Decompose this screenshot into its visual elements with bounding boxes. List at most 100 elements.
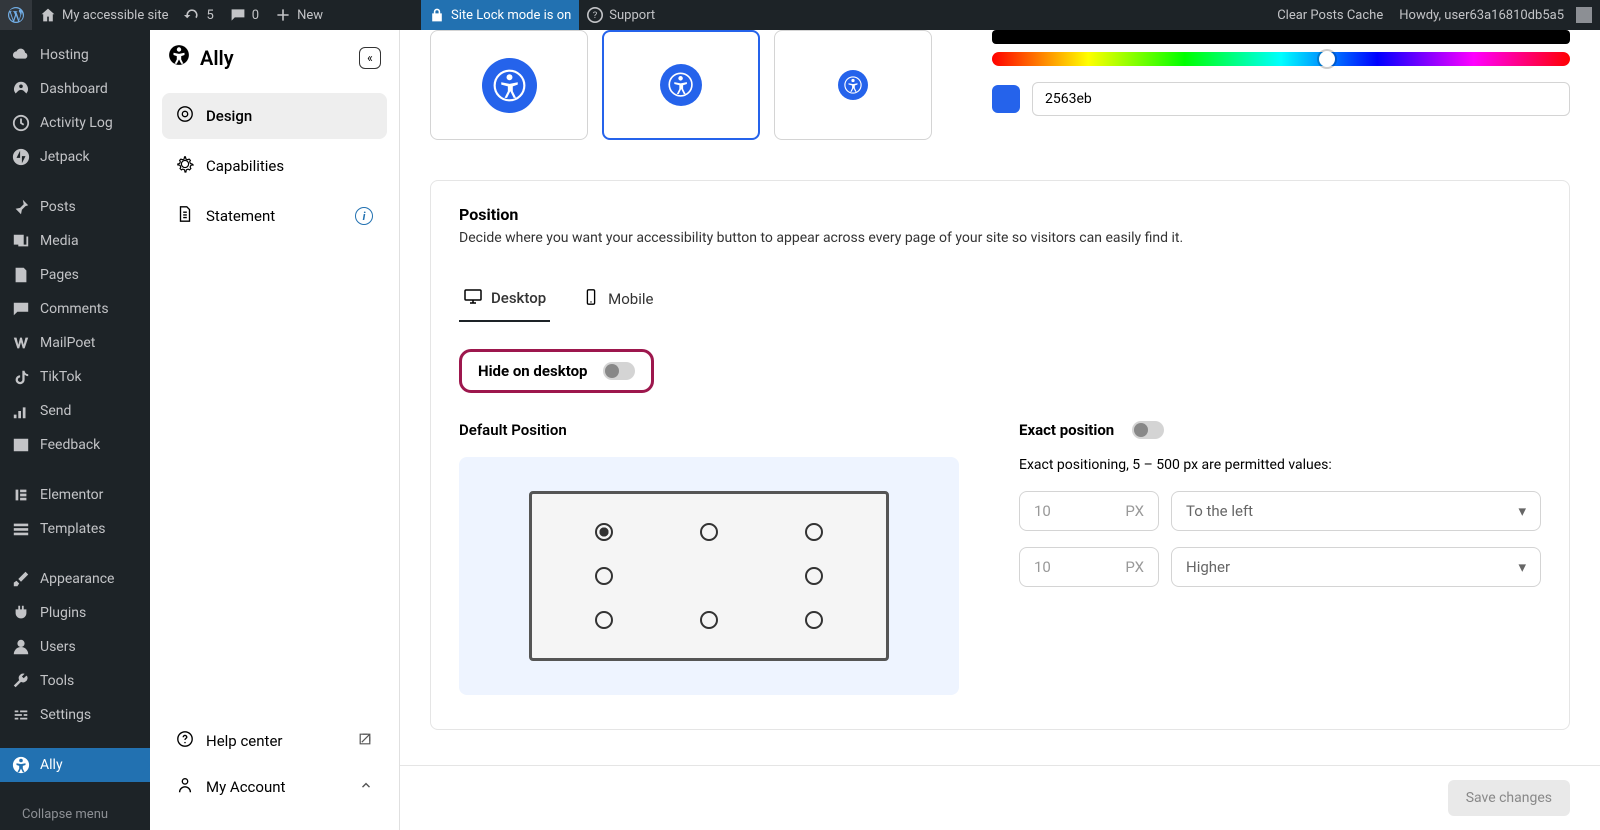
elementor-icon bbox=[12, 486, 30, 504]
icon-card-large[interactable] bbox=[430, 30, 588, 140]
ally-logo-icon bbox=[168, 44, 190, 71]
menu-media[interactable]: Media bbox=[0, 224, 150, 258]
user-icon bbox=[12, 638, 30, 656]
comments-icon bbox=[12, 300, 30, 318]
ally-nav-design[interactable]: Design bbox=[162, 93, 387, 139]
ally-nav-capabilities[interactable]: Capabilities bbox=[162, 143, 387, 189]
menu-templates[interactable]: Templates bbox=[0, 512, 150, 546]
pos-mid-right[interactable] bbox=[805, 567, 823, 585]
hide-on-desktop-row: Hide on desktop bbox=[459, 349, 654, 393]
plus-icon bbox=[275, 7, 291, 23]
content-area: Position Decide where you want your acce… bbox=[400, 30, 1600, 830]
comments-link[interactable]: 0 bbox=[222, 0, 267, 30]
pos-bottom-center[interactable] bbox=[700, 611, 718, 629]
hue-thumb[interactable] bbox=[1319, 51, 1335, 67]
save-button[interactable]: Save changes bbox=[1448, 780, 1570, 816]
menu-comments[interactable]: Comments bbox=[0, 292, 150, 326]
hide-toggle[interactable] bbox=[603, 362, 635, 380]
tab-mobile[interactable]: Mobile bbox=[578, 276, 657, 322]
menu-activity[interactable]: Activity Log bbox=[0, 106, 150, 140]
blank-item[interactable] bbox=[331, 0, 421, 30]
clear-cache[interactable]: Clear Posts Cache bbox=[1269, 0, 1391, 30]
lock-label: Site Lock mode is on bbox=[451, 8, 571, 23]
home-icon bbox=[40, 7, 56, 23]
wrench-icon bbox=[12, 672, 30, 690]
icon-card-medium[interactable] bbox=[602, 30, 760, 140]
info-icon[interactable]: i bbox=[355, 207, 373, 225]
menu-appearance[interactable]: Appearance bbox=[0, 562, 150, 596]
menu-hosting[interactable]: Hosting bbox=[0, 38, 150, 72]
tab-desktop[interactable]: Desktop bbox=[459, 276, 550, 322]
menu-posts[interactable]: Posts bbox=[0, 190, 150, 224]
vertical-direction-select[interactable]: Higher▾ bbox=[1171, 547, 1541, 587]
color-hex-input[interactable] bbox=[1032, 82, 1570, 116]
pos-top-center[interactable] bbox=[700, 523, 718, 541]
menu-jetpack[interactable]: Jetpack bbox=[0, 140, 150, 174]
site-name-link[interactable]: My accessible site bbox=[32, 0, 176, 30]
pin-icon bbox=[12, 198, 30, 216]
color-picker bbox=[992, 30, 1570, 140]
position-preview bbox=[459, 457, 959, 695]
howdy[interactable]: Howdy, user63a16810db5a5 bbox=[1391, 0, 1600, 30]
mailpoet-icon bbox=[12, 334, 30, 352]
horizontal-direction-select[interactable]: To the left▾ bbox=[1171, 491, 1541, 531]
menu-send[interactable]: Send bbox=[0, 394, 150, 428]
menu-feedback[interactable]: Feedback bbox=[0, 428, 150, 462]
pos-top-left[interactable] bbox=[595, 523, 613, 541]
send-icon bbox=[12, 402, 30, 420]
updates-link[interactable]: 5 bbox=[176, 0, 221, 30]
feedback-icon bbox=[12, 436, 30, 454]
menu-settings[interactable]: Settings bbox=[0, 698, 150, 732]
default-position-title: Default Position bbox=[459, 421, 959, 439]
pos-mid-left[interactable] bbox=[595, 567, 613, 585]
menu-users[interactable]: Users bbox=[0, 630, 150, 664]
exact-toggle[interactable] bbox=[1132, 421, 1164, 439]
menu-ally[interactable]: Ally bbox=[0, 748, 150, 782]
menu-tools[interactable]: Tools bbox=[0, 664, 150, 698]
pos-bottom-left[interactable] bbox=[595, 611, 613, 629]
chevron-left-icon: « bbox=[367, 51, 373, 65]
pos-bottom-right[interactable] bbox=[805, 611, 823, 629]
howdy-label: Howdy, user63a16810db5a5 bbox=[1399, 8, 1564, 23]
pos-center-empty bbox=[700, 567, 718, 585]
svg-text:?: ? bbox=[593, 10, 598, 21]
support-label: Support bbox=[609, 8, 655, 23]
my-account-link[interactable]: My Account bbox=[162, 764, 387, 810]
wp-logo[interactable] bbox=[0, 0, 32, 30]
ally-collapse-button[interactable]: « bbox=[359, 47, 381, 69]
collapse-menu[interactable]: Collapse menu bbox=[0, 799, 150, 830]
pos-top-right[interactable] bbox=[805, 523, 823, 541]
ally-nav-statement[interactable]: Statementi bbox=[162, 193, 387, 239]
ally-title: Ally bbox=[168, 44, 234, 71]
sliders-icon bbox=[12, 706, 30, 724]
ally-sidebar: Ally « Design Capabilities Statementi He… bbox=[150, 30, 400, 830]
color-preview bbox=[992, 30, 1570, 44]
help-center-link[interactable]: Help center bbox=[162, 718, 387, 764]
external-icon bbox=[357, 731, 373, 751]
update-icon bbox=[184, 7, 200, 23]
chevron-down-icon: ▾ bbox=[1518, 558, 1526, 576]
menu-tiktok[interactable]: TikTok bbox=[0, 360, 150, 394]
menu-plugins[interactable]: Plugins bbox=[0, 596, 150, 630]
clear-cache-label: Clear Posts Cache bbox=[1277, 8, 1383, 23]
vertical-px-input[interactable]: 10PX bbox=[1019, 547, 1159, 587]
menu-dashboard[interactable]: Dashboard bbox=[0, 72, 150, 106]
tiktok-icon bbox=[12, 368, 30, 386]
menu-elementor[interactable]: Elementor bbox=[0, 478, 150, 512]
hue-slider[interactable] bbox=[992, 52, 1570, 66]
eye-icon bbox=[176, 105, 194, 127]
site-name: My accessible site bbox=[62, 8, 168, 23]
cloud-icon bbox=[12, 46, 30, 64]
toggle-knob bbox=[1134, 423, 1148, 437]
menu-pages[interactable]: Pages bbox=[0, 258, 150, 292]
page-icon bbox=[12, 266, 30, 284]
menu-mailpoet[interactable]: MailPoet bbox=[0, 326, 150, 360]
document-icon bbox=[176, 205, 194, 227]
horizontal-px-input[interactable]: 10PX bbox=[1019, 491, 1159, 531]
new-link[interactable]: New bbox=[267, 0, 331, 30]
site-lock[interactable]: Site Lock mode is on bbox=[421, 0, 579, 30]
mobile-icon bbox=[582, 288, 600, 310]
support-link[interactable]: ? Support bbox=[579, 0, 663, 30]
color-swatch[interactable] bbox=[992, 85, 1020, 113]
icon-card-small[interactable] bbox=[774, 30, 932, 140]
